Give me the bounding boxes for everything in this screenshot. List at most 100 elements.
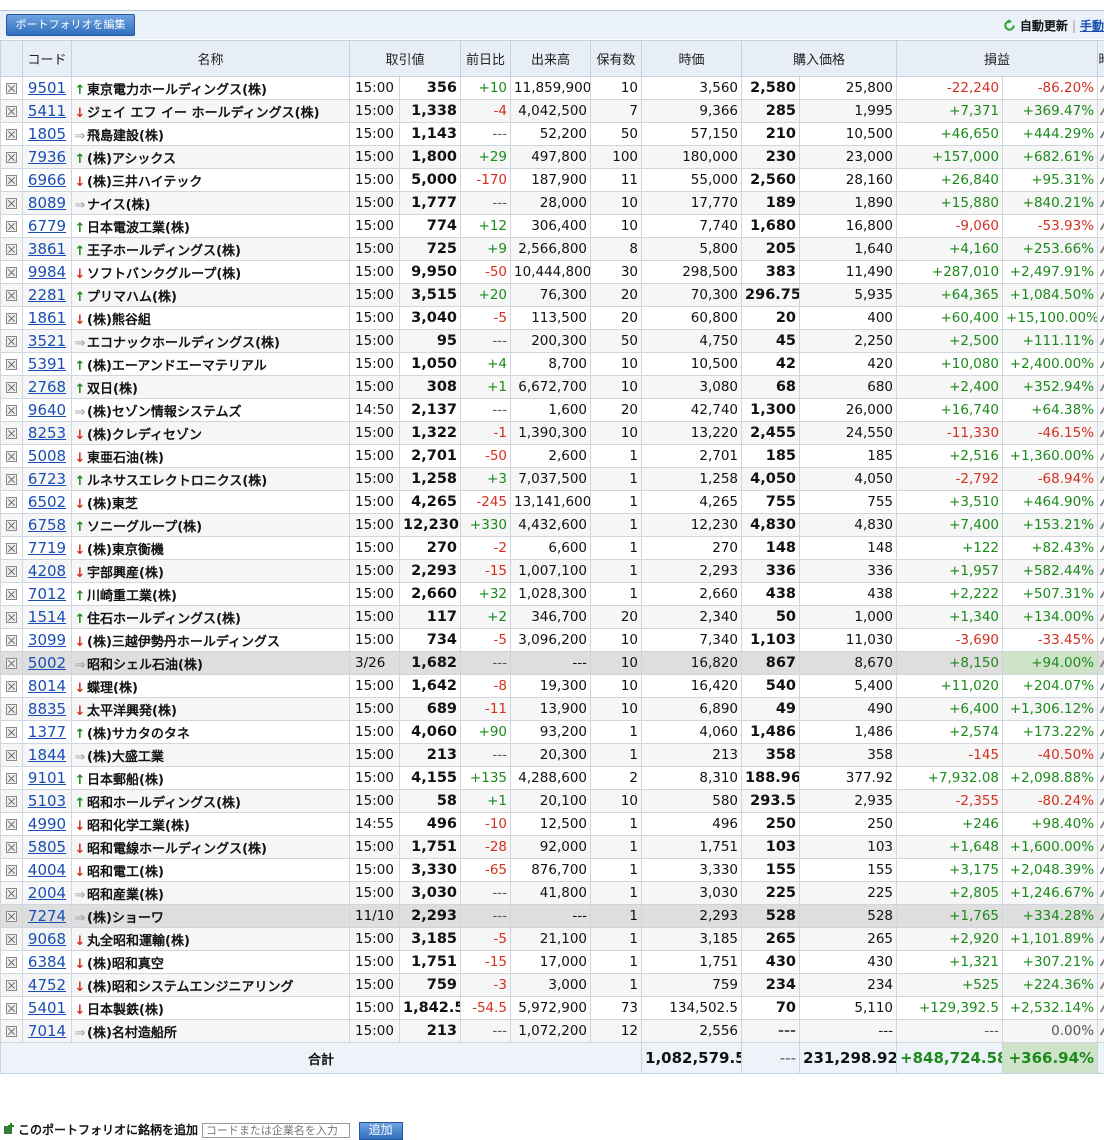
delete-icon[interactable]: [6, 842, 17, 853]
edit-pencil-icon[interactable]: [1100, 682, 1104, 690]
col-price[interactable]: 取引値: [350, 41, 461, 77]
stock-code-link[interactable]: 3521: [28, 332, 66, 350]
edit-pencil-icon[interactable]: [1100, 360, 1104, 368]
delete-icon[interactable]: [6, 336, 17, 347]
add-stock-input[interactable]: [202, 1123, 350, 1138]
stock-code-link[interactable]: 4752: [28, 976, 66, 994]
stock-code-link[interactable]: 5103: [28, 792, 66, 810]
edit-pencil-icon[interactable]: [1100, 153, 1104, 161]
delete-icon[interactable]: [6, 152, 17, 163]
edit-pencil-icon[interactable]: [1100, 797, 1104, 805]
stock-code-link[interactable]: 1377: [28, 723, 66, 741]
delete-icon[interactable]: [6, 474, 17, 485]
edit-pencil-icon[interactable]: [1100, 84, 1104, 92]
edit-pencil-icon[interactable]: [1100, 383, 1104, 391]
stock-code-link[interactable]: 1861: [28, 309, 66, 327]
edit-pencil-icon[interactable]: [1100, 567, 1104, 575]
stock-code-link[interactable]: 9068: [28, 930, 66, 948]
add-stock-button[interactable]: 追加: [359, 1122, 403, 1140]
edit-portfolio-button[interactable]: ポートフォリオを編集: [6, 14, 135, 36]
delete-icon[interactable]: [6, 451, 17, 462]
delete-icon[interactable]: [6, 129, 17, 140]
delete-icon[interactable]: [6, 267, 17, 278]
stock-code-link[interactable]: 7014: [28, 1022, 66, 1040]
stock-code-link[interactable]: 8253: [28, 424, 66, 442]
stock-code-link[interactable]: 1844: [28, 746, 66, 764]
delete-icon[interactable]: [6, 704, 17, 715]
delete-icon[interactable]: [6, 658, 17, 669]
stock-code-link[interactable]: 5401: [28, 999, 66, 1017]
auto-update-label[interactable]: 自動更新: [1020, 19, 1068, 33]
stock-code-link[interactable]: 7936: [28, 148, 66, 166]
col-profit-loss[interactable]: 損益: [897, 41, 1098, 77]
stock-code-link[interactable]: 8089: [28, 194, 66, 212]
delete-icon[interactable]: [6, 589, 17, 600]
delete-icon[interactable]: [6, 934, 17, 945]
edit-pencil-icon[interactable]: [1100, 981, 1104, 989]
stock-code-link[interactable]: 9984: [28, 263, 66, 281]
stock-code-link[interactable]: 6758: [28, 516, 66, 534]
edit-pencil-icon[interactable]: [1100, 498, 1104, 506]
edit-pencil-icon[interactable]: [1100, 728, 1104, 736]
stock-code-link[interactable]: 6966: [28, 171, 66, 189]
stock-code-link[interactable]: 5411: [28, 102, 66, 120]
delete-icon[interactable]: [6, 382, 17, 393]
edit-pencil-icon[interactable]: [1100, 636, 1104, 644]
edit-pencil-icon[interactable]: [1100, 613, 1104, 621]
edit-pencil-icon[interactable]: [1100, 843, 1104, 851]
edit-pencil-icon[interactable]: [1100, 774, 1104, 782]
delete-icon[interactable]: [6, 497, 17, 508]
edit-pencil-icon[interactable]: [1100, 1027, 1104, 1035]
delete-icon[interactable]: [6, 428, 17, 439]
delete-icon[interactable]: [6, 520, 17, 531]
delete-icon[interactable]: [6, 244, 17, 255]
delete-icon[interactable]: [6, 750, 17, 761]
delete-icon[interactable]: [6, 796, 17, 807]
delete-icon[interactable]: [6, 957, 17, 968]
stock-code-link[interactable]: 4004: [28, 861, 66, 879]
delete-icon[interactable]: [6, 83, 17, 94]
delete-icon[interactable]: [6, 405, 17, 416]
delete-icon[interactable]: [6, 727, 17, 738]
edit-pencil-icon[interactable]: [1100, 820, 1104, 828]
stock-code-link[interactable]: 1514: [28, 608, 66, 626]
stock-code-link[interactable]: 4990: [28, 815, 66, 833]
edit-pencil-icon[interactable]: [1100, 314, 1104, 322]
edit-pencil-icon[interactable]: [1100, 889, 1104, 897]
delete-icon[interactable]: [6, 290, 17, 301]
col-change[interactable]: 前日比: [461, 41, 511, 77]
delete-icon[interactable]: [6, 819, 17, 830]
delete-icon[interactable]: [6, 865, 17, 876]
manual-update-link[interactable]: 手動: [1080, 19, 1104, 33]
delete-icon[interactable]: [6, 888, 17, 899]
delete-icon[interactable]: [6, 635, 17, 646]
stock-code-link[interactable]: 6723: [28, 470, 66, 488]
stock-code-link[interactable]: 5008: [28, 447, 66, 465]
delete-icon[interactable]: [6, 1003, 17, 1014]
edit-pencil-icon[interactable]: [1100, 1004, 1104, 1012]
stock-code-link[interactable]: 7274: [28, 907, 66, 925]
stock-code-link[interactable]: 9501: [28, 79, 66, 97]
edit-pencil-icon[interactable]: [1100, 406, 1104, 414]
stock-code-link[interactable]: 6779: [28, 217, 66, 235]
delete-icon[interactable]: [6, 911, 17, 922]
stock-code-link[interactable]: 9101: [28, 769, 66, 787]
edit-pencil-icon[interactable]: [1100, 475, 1104, 483]
edit-pencil-icon[interactable]: [1100, 659, 1104, 667]
stock-code-link[interactable]: 7719: [28, 539, 66, 557]
stock-code-link[interactable]: 3861: [28, 240, 66, 258]
edit-pencil-icon[interactable]: [1100, 958, 1104, 966]
edit-pencil-icon[interactable]: [1100, 751, 1104, 759]
stock-code-link[interactable]: 5002: [28, 654, 66, 672]
edit-pencil-icon[interactable]: [1100, 452, 1104, 460]
edit-pencil-icon[interactable]: [1100, 590, 1104, 598]
delete-icon[interactable]: [6, 313, 17, 324]
col-name[interactable]: 名称: [72, 41, 350, 77]
delete-icon[interactable]: [6, 1026, 17, 1037]
edit-pencil-icon[interactable]: [1100, 935, 1104, 943]
col-volume[interactable]: 出来高: [511, 41, 591, 77]
delete-icon[interactable]: [6, 359, 17, 370]
edit-pencil-icon[interactable]: [1100, 521, 1104, 529]
stock-code-link[interactable]: 8014: [28, 677, 66, 695]
delete-icon[interactable]: [6, 612, 17, 623]
